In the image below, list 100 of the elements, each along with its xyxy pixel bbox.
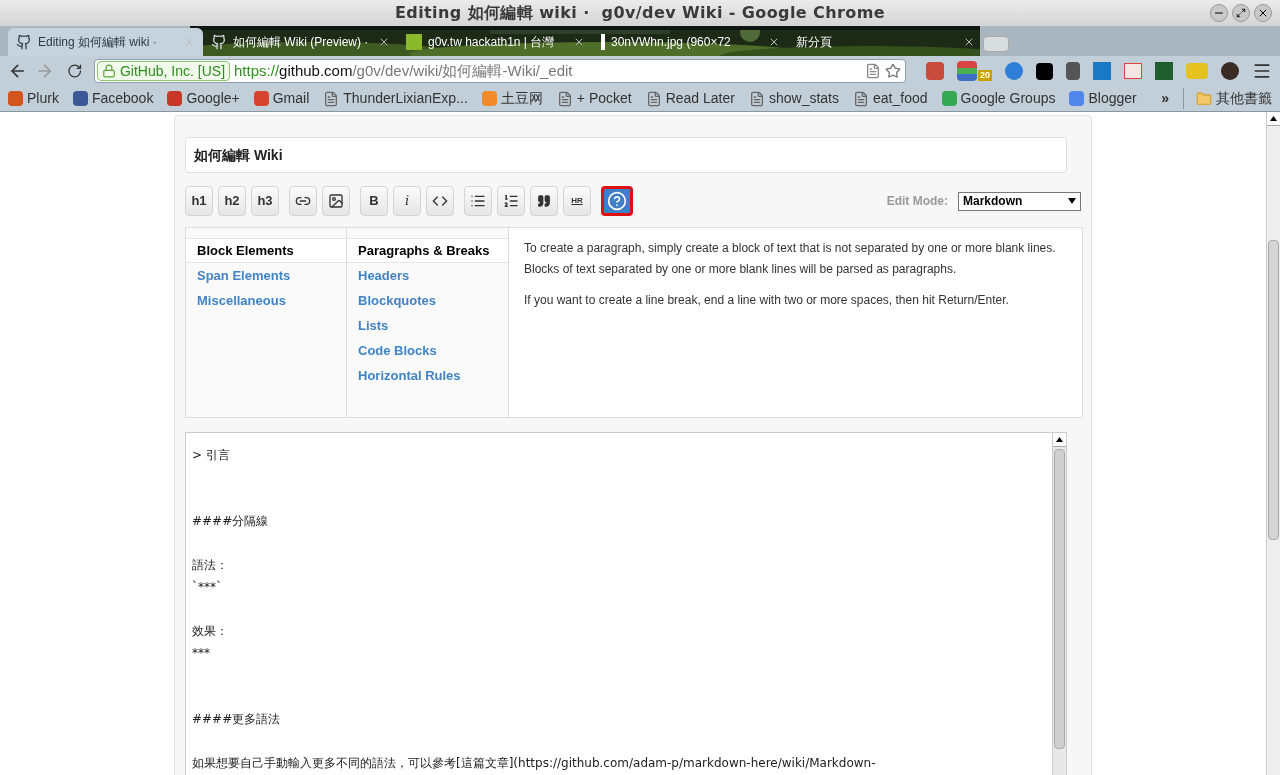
maximize-button[interactable] xyxy=(1232,4,1250,22)
help-topic-link[interactable]: Code Blocks xyxy=(347,338,508,363)
format-button[interactable]: HR xyxy=(563,186,591,216)
help-text: If you want to create a line break, end a line with two or more spaces, then hit Return/Enter. xyxy=(524,292,1010,309)
dropdown-arrow-icon xyxy=(1068,198,1076,204)
github-icon xyxy=(16,34,32,50)
help-topic-link[interactable]: Headers xyxy=(347,263,508,288)
bookmark-icon xyxy=(1069,91,1085,106)
bookmark-icon xyxy=(941,91,957,106)
numbers-button[interactable] xyxy=(497,186,525,216)
help-topic-link[interactable]: Horizontal Rules xyxy=(347,363,508,388)
browser-tab[interactable]: 新分頁 xyxy=(788,28,983,56)
identity-badge[interactable]: GitHub, Inc. [US] xyxy=(97,61,231,81)
editor-line: *** xyxy=(192,645,210,662)
editor-line: ####更多語法 xyxy=(192,711,281,728)
format-button[interactable]: h1 xyxy=(185,186,213,216)
star-icon[interactable] xyxy=(885,63,901,79)
up-arrow-icon xyxy=(1056,437,1063,442)
overflow-chevron[interactable]: » xyxy=(1161,88,1169,109)
format-button[interactable]: B xyxy=(360,186,388,216)
folder-icon xyxy=(1196,90,1212,107)
bookmark[interactable]: Read Later xyxy=(645,88,735,109)
bookmark-icon xyxy=(167,91,183,106)
bookmark[interactable]: Facebook xyxy=(72,88,154,109)
browser-tab[interactable]: 30nVWhn.jpg (960×72 xyxy=(593,28,788,56)
page-icon xyxy=(853,90,869,107)
image-icon xyxy=(328,193,344,209)
browser-tab[interactable]: Editing 如何編輯 wiki · xyxy=(8,28,203,56)
close-icon[interactable] xyxy=(963,36,975,48)
bullets-button[interactable] xyxy=(464,186,492,216)
help-section-link[interactable]: Miscellaneous xyxy=(186,288,346,313)
github-icon xyxy=(211,34,227,50)
avatar-icon[interactable] xyxy=(1221,62,1239,80)
close-button[interactable] xyxy=(1254,4,1272,22)
page-icon[interactable] xyxy=(865,63,881,79)
numbered-list-icon xyxy=(503,193,519,209)
close-icon[interactable] xyxy=(378,36,390,48)
code-button[interactable] xyxy=(426,186,454,216)
quote-button[interactable] xyxy=(530,186,558,216)
address-bar[interactable]: GitHub, Inc. [US] https://github.com/g0v/dev/wiki/如何編輯-Wiki/_edit xyxy=(94,59,906,83)
help-topic-link[interactable]: Blockquotes xyxy=(347,288,508,313)
format-button[interactable]: i xyxy=(393,186,421,216)
browser-tab[interactable]: 如何編輯 Wiki (Preview) · xyxy=(203,28,398,56)
window-title: Editing 如何編輯 wiki · g0v/dev Wiki - Google Chrome xyxy=(395,2,885,24)
bookmark-icon xyxy=(481,91,497,106)
close-icon[interactable] xyxy=(573,36,585,48)
editor-line: > 引言 xyxy=(192,447,230,464)
maximize-icon xyxy=(1236,8,1246,18)
bookmark[interactable]: show_stats xyxy=(748,88,839,109)
scrollbar[interactable] xyxy=(1052,433,1066,775)
help-section-link[interactable]: Block Elements xyxy=(186,238,346,263)
tab-title: 新分頁 xyxy=(796,34,833,51)
help-topic-link[interactable]: Lists xyxy=(347,313,508,338)
editor-line: ####分隔線 xyxy=(192,513,269,530)
browser-tab[interactable]: g0v.tw hackath1n | 台灣 xyxy=(398,28,593,56)
help-topic-link[interactable]: Paragraphs & Breaks xyxy=(347,238,508,263)
image-button[interactable] xyxy=(322,186,350,216)
page-icon xyxy=(556,90,573,107)
bookmark-icon xyxy=(8,91,23,106)
help-section-link[interactable]: Span Elements xyxy=(186,263,346,288)
bookmark[interactable]: Gmail xyxy=(253,88,310,109)
menu-icon[interactable] xyxy=(1252,61,1272,81)
help-text: To create a paragraph, simply create a block of text that is not separated by one or more blank lines. Blocks of text separated by one or more blank lines will be parsed as paragraphs. xyxy=(524,240,1057,278)
bookmark-folder[interactable]: 其他書籤 xyxy=(1183,88,1272,109)
link-button[interactable] xyxy=(289,186,317,216)
help-button[interactable] xyxy=(601,186,633,216)
page-scrollbar[interactable] xyxy=(1266,112,1280,775)
tab-title: g0v.tw hackath1n | 台灣 xyxy=(428,34,556,51)
bookmark[interactable]: ThunderLixianExp... xyxy=(323,88,468,109)
list-icon xyxy=(470,193,486,209)
title-field[interactable]: 如何編輯 Wiki xyxy=(185,137,1067,173)
tab-title: Editing 如何編輯 wiki · xyxy=(38,34,158,51)
bookmark[interactable]: 土豆网 xyxy=(481,88,543,109)
code-icon xyxy=(432,193,448,209)
page-icon xyxy=(748,90,765,107)
edit-mode-select[interactable]: Markdown xyxy=(958,191,1081,211)
bookmark[interactable]: Google+ xyxy=(167,88,240,109)
edit-mode-label: Edit Mode: xyxy=(886,193,948,210)
format-button[interactable]: h3 xyxy=(251,186,279,216)
bookmark[interactable]: + Pocket xyxy=(556,88,632,109)
up-arrow-icon xyxy=(1270,116,1277,121)
bookmark[interactable]: Google Groups xyxy=(941,88,1056,109)
tab-title: 30nVWhn.jpg (960×72 xyxy=(611,34,732,51)
page-icon xyxy=(323,90,340,107)
help-icon xyxy=(607,191,627,211)
quote-icon xyxy=(537,194,551,208)
close-icon[interactable] xyxy=(768,36,780,48)
bookmark-icon xyxy=(253,91,269,106)
bookmark[interactable]: eat_food xyxy=(853,88,928,109)
editor-line: 效果： xyxy=(192,623,228,640)
reload-icon[interactable] xyxy=(66,63,82,79)
bookmark[interactable]: Blogger xyxy=(1069,88,1137,109)
editor-line: 如果想要自己手動輸入更多不同的語法，可以參考[這篇文章](https://github.com/adam-p/markdown-here/wiki/Markdown- xyxy=(192,755,876,772)
extension-icon[interactable] xyxy=(1036,62,1053,80)
bookmark[interactable]: Plurk xyxy=(8,88,59,109)
minimize-button[interactable] xyxy=(1210,4,1228,22)
format-button[interactable]: h2 xyxy=(218,186,246,216)
editor-line: 語法： xyxy=(192,557,228,574)
editor-line: `***` xyxy=(192,579,222,596)
tab-title: 如何編輯 Wiki (Preview) · xyxy=(233,34,370,51)
